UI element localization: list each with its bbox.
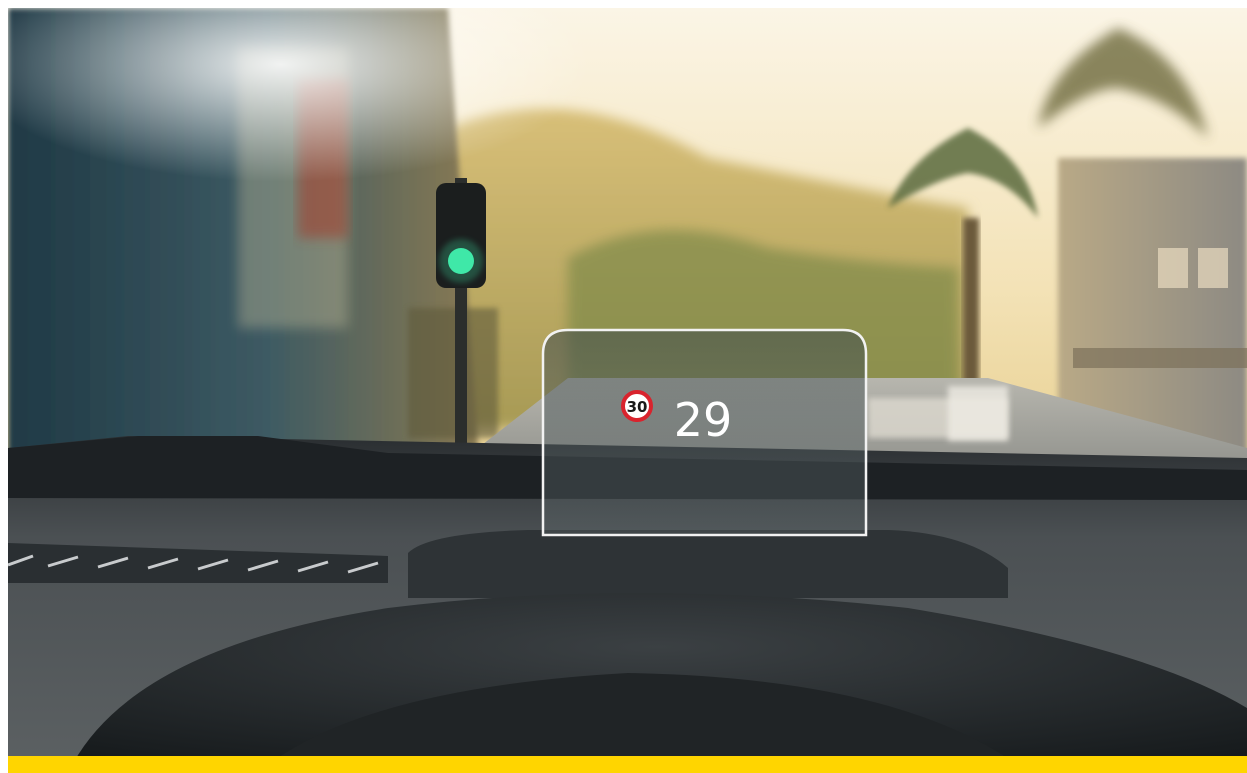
photo-frame: 30 29 [8, 8, 1247, 773]
speed-limit-value: 30 [627, 398, 648, 416]
brand-accent-bar [8, 756, 1247, 773]
current-speed: 29 [674, 393, 733, 447]
head-up-display: 30 29 [541, 328, 868, 537]
speed-limit-sign-icon: 30 [621, 390, 653, 422]
